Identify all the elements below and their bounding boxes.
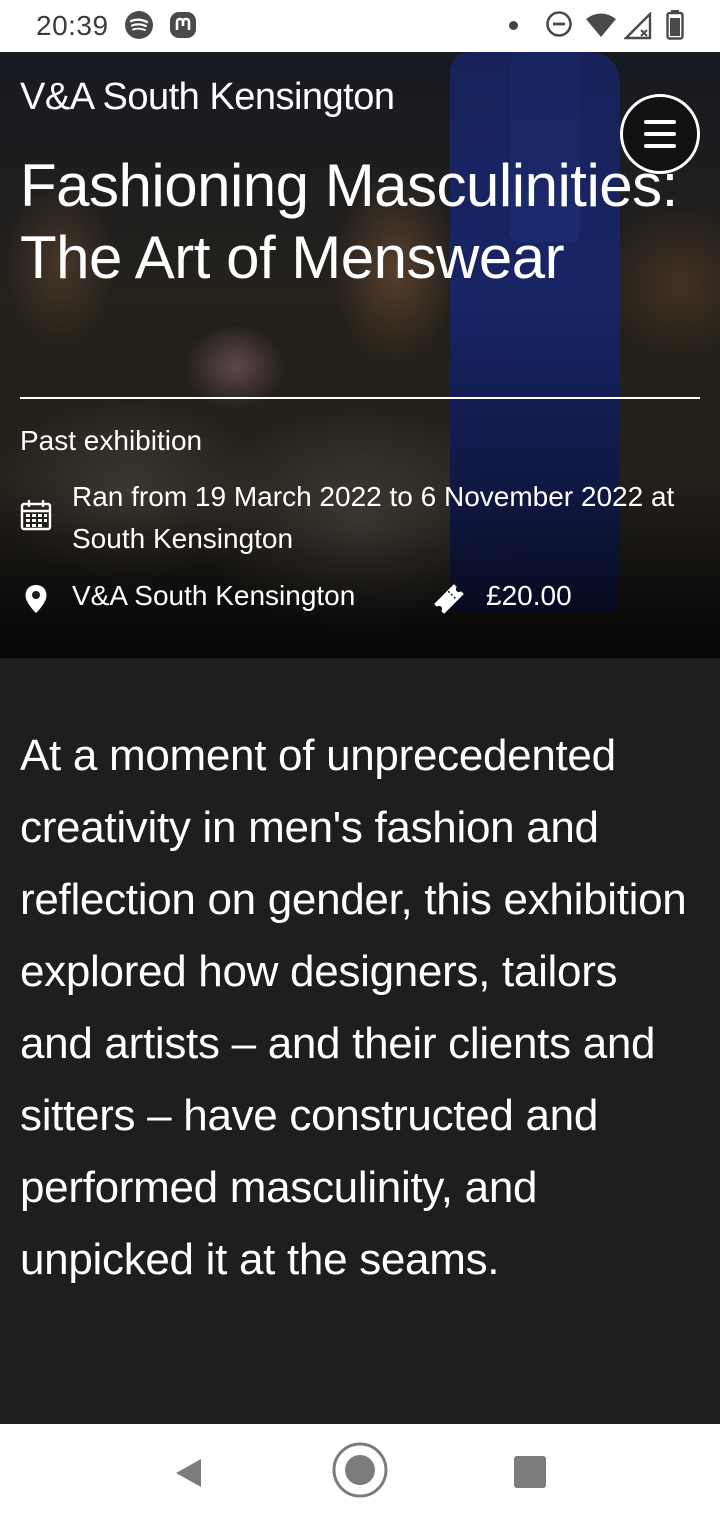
exhibition-location: V&A South Kensington <box>72 580 356 611</box>
page-title: Fashioning Masculinities: The Art of Men… <box>20 152 678 291</box>
back-icon[interactable] <box>172 1456 206 1490</box>
ticket-price: £20.00 <box>486 580 572 611</box>
site-title[interactable]: V&A South Kensington <box>20 76 395 119</box>
location-pin-icon <box>25 585 47 613</box>
notification-dot <box>509 21 518 30</box>
ticket-icon <box>434 584 464 614</box>
status-bar: 20:39 <box>0 0 720 52</box>
battery-icon <box>666 10 684 40</box>
calendar-icon <box>20 500 52 531</box>
recents-icon[interactable] <box>514 1456 546 1488</box>
wifi-icon <box>586 13 616 37</box>
status-time: 20:39 <box>36 10 109 41</box>
exhibition-description: At a moment of unprecedented creativity … <box>20 731 687 1284</box>
navigation-bar <box>0 1424 720 1520</box>
hero-overlay <box>0 52 720 658</box>
mastodon-icon <box>170 12 196 38</box>
divider <box>20 397 700 399</box>
exhibition-status: Past exhibition <box>20 425 203 456</box>
spotify-icon <box>125 11 153 39</box>
signal-icon <box>624 12 652 40</box>
hero-banner: V&A South Kensington Fashioning Masculin… <box>0 52 720 658</box>
do-not-disturb-icon <box>546 11 572 37</box>
exhibition-dates: Ran from 19 March 2022 to 6 November 202… <box>72 481 675 554</box>
screen: 20:39 V&A South Kensington Fashioning Ma… <box>0 0 720 1520</box>
home-icon[interactable] <box>330 1440 390 1500</box>
